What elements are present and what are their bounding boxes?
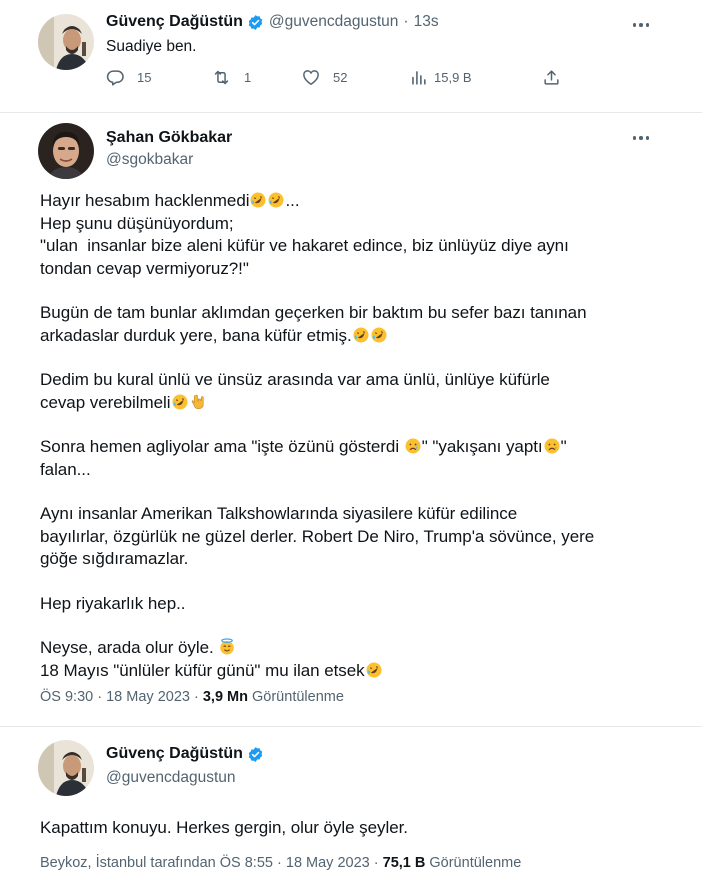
rofl-emoji xyxy=(365,661,383,679)
tweet-2-header: Şahan Gökbakar xyxy=(106,129,232,147)
tweet-line: bayılırlar, özgürlük ne güzel derler. Ro… xyxy=(40,526,595,546)
tweet-text: Suadiye ben. xyxy=(106,38,197,55)
author-name[interactable]: Güvenç Dağüstün xyxy=(106,745,243,763)
more-options-icon[interactable] xyxy=(628,15,654,35)
tweet-2-handle-row: @sgokbakar xyxy=(106,151,193,169)
tweet-time[interactable]: ÖS 8:55 xyxy=(220,855,273,871)
tweet-line: tondan cevap vermiyoruz?!" xyxy=(40,258,249,278)
tweet-line: "ulan insanlar bize aleni küfür ve hakar… xyxy=(40,236,569,255)
verified-badge-icon xyxy=(247,746,264,763)
reply-button[interactable]: 15 xyxy=(106,68,211,87)
crying-face-emoji xyxy=(404,437,422,455)
like-count: 52 xyxy=(333,70,348,85)
separator-dot: · xyxy=(277,855,282,871)
author-handle[interactable]: @guvencdagustun xyxy=(106,769,236,787)
author-handle[interactable]: @sgokbakar xyxy=(106,151,193,169)
tweet-line: falan... xyxy=(40,459,91,479)
tweet-time[interactable]: ÖS 9:30 xyxy=(40,689,93,705)
share-button[interactable] xyxy=(542,68,561,87)
tweet-line: göğe sığdıramazlar. xyxy=(40,549,189,568)
author-name[interactable]: Güvenç Dağüstün xyxy=(106,13,243,31)
separator-dot: · xyxy=(97,689,103,705)
author-name[interactable]: Şahan Gökbakar xyxy=(106,129,232,147)
views-label: Görüntülenme xyxy=(429,855,522,871)
separator-dot: · xyxy=(403,13,409,30)
tweet-text: Kapattım konuyu. Herkes gergin, olur öyl… xyxy=(40,818,408,837)
tweet-line: 18 Mayıs "ünlüler küfür günü" mu ilan et… xyxy=(40,660,594,683)
ellipsis: ... xyxy=(285,191,300,210)
rofl-emoji xyxy=(370,326,388,344)
tweet-2-meta: ÖS 9:30 · 18 May 2023 · 3,9 Mn Görüntüle… xyxy=(40,689,344,705)
tweet-3-handle-row: @guvencdagustun xyxy=(106,769,236,787)
rofl-emoji xyxy=(171,393,189,411)
avatar-guvenc[interactable] xyxy=(38,740,94,796)
tweet-body: Hayır hesabım hacklenmedi... Hep şunu dü… xyxy=(40,190,594,682)
like-button[interactable]: 52 xyxy=(301,68,409,87)
share-icon xyxy=(544,70,559,85)
tweet-date[interactable]: 18 May 2023 xyxy=(286,855,370,871)
tweet-line: cevap verebilmeli xyxy=(40,392,594,415)
retweet-count: 1 xyxy=(244,70,252,85)
retweet-button[interactable]: 1 xyxy=(211,68,301,87)
rofl-emoji xyxy=(249,191,267,209)
views-count: 75,1 B xyxy=(382,855,426,871)
tweet-line: Sonra hemen agliyolar ama "işte özünü gö… xyxy=(40,437,567,456)
halo-face-emoji xyxy=(218,638,236,656)
views-count: 15,9 B xyxy=(434,70,472,85)
rofl-emoji xyxy=(352,326,370,344)
crying-face-emoji xyxy=(543,437,561,455)
tweet-line: Neyse, arada olur öyle. xyxy=(40,637,594,660)
divider xyxy=(0,112,702,113)
divider xyxy=(0,726,702,727)
tweet-line: Hayır hesabım hacklenmedi... xyxy=(40,191,300,210)
like-icon xyxy=(303,70,319,85)
separator-dot: · xyxy=(373,855,379,871)
tweet-3-meta: Beykoz, İstanbul tarafından ÖS 8:55 · 18… xyxy=(40,855,521,871)
tweet-line: Aynı insanlar Amerikan Talkshowlarında s… xyxy=(40,504,518,523)
retweet-icon xyxy=(214,70,229,85)
tweet-date[interactable]: 18 May 2023 xyxy=(106,689,190,705)
views-count: 3,9 Mn xyxy=(202,689,248,705)
views-label: Görüntülenme xyxy=(252,689,344,705)
author-handle[interactable]: @guvencdagustun xyxy=(269,13,399,31)
avatar-guvenc[interactable] xyxy=(38,14,94,70)
more-options-icon[interactable] xyxy=(628,128,654,148)
tweet-time[interactable]: 13s xyxy=(414,13,439,31)
separator-dot: · xyxy=(193,689,199,705)
views-button[interactable]: 15,9 B xyxy=(409,68,542,87)
tweet-line: arkadaslar durduk yere, bana küfür etmiş… xyxy=(40,325,594,348)
verified-badge-icon xyxy=(247,14,264,31)
tweet-3-header: Güvenç Dağüstün xyxy=(106,745,264,763)
avatar-sahan[interactable] xyxy=(38,123,94,179)
tweet-line: Bugün de tam bunlar aklımdan geçerken bi… xyxy=(40,303,587,322)
tweet-line: Hep şunu düşünüyordum; xyxy=(40,213,234,233)
tweet-location: Beykoz, İstanbul tarafından xyxy=(40,855,216,871)
rofl-emoji xyxy=(267,191,285,209)
tweet-line: Dedim bu kural ünlü ve ünsüz arasında va… xyxy=(40,370,550,389)
reply-icon xyxy=(106,70,124,86)
tweet-line: Hep riyakarlık hep.. xyxy=(40,593,186,613)
rock-hand-emoji xyxy=(189,393,207,411)
action-bar: 15 1 52 15,9 B xyxy=(106,68,561,87)
views-icon xyxy=(412,71,426,85)
reply-count: 15 xyxy=(137,70,152,85)
tweet-1-header: Güvenç Dağüstün @guvencdagustun · 13s xyxy=(106,13,439,31)
